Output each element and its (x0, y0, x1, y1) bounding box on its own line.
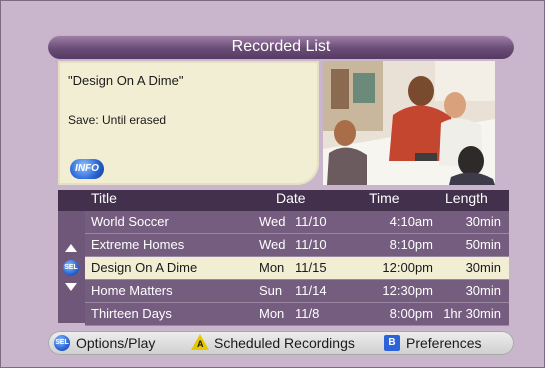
row-time: 12:00pm (382, 260, 433, 275)
a-button-letter: A (197, 339, 204, 349)
show-title: "Design On A Dime" (68, 73, 184, 88)
info-panel: "Design On A Dime" Save: Until erased IN… (58, 61, 319, 185)
row-date: 11/14 (295, 283, 327, 298)
row-date: 11/15 (295, 260, 327, 275)
row-title: Home Matters (91, 283, 173, 298)
row-date: 11/8 (295, 306, 320, 321)
preview-photo-icon (323, 61, 495, 185)
row-date: 11/10 (295, 214, 327, 229)
row-title: Extreme Homes (91, 237, 185, 252)
row-day: Wed (259, 237, 286, 252)
row-day: Mon (259, 306, 285, 321)
list-header: Title Date Time Length (58, 190, 509, 211)
row-title: Design On A Dime (91, 260, 198, 275)
row-length: 50min (465, 237, 501, 252)
row-length: 30min (465, 214, 501, 229)
table-row-selected[interactable]: Design On A Dime Mon 11/15 12:00pm 30min (85, 257, 509, 280)
table-row[interactable]: World Soccer Wed 11/10 4:10am 30min (85, 211, 509, 234)
row-time: 8:10pm (389, 237, 433, 252)
save-status: Save: Until erased (68, 113, 167, 127)
row-title: World Soccer (91, 214, 169, 229)
recorded-list-screen: Recorded List "Design On A Dime" Save: U… (0, 0, 545, 368)
table-row[interactable]: Thirteen Days Mon 11/8 8:00pm 1hr 30min (85, 303, 509, 326)
row-length: 30min (465, 283, 501, 298)
recordings-list: Title Date Time Length SEL World Soccer … (58, 190, 509, 326)
column-header-title: Title (91, 190, 117, 206)
options-play-label[interactable]: Options/Play (76, 335, 155, 351)
row-day: Wed (259, 214, 286, 229)
table-row[interactable]: Extreme Homes Wed 11/10 8:10pm 50min (85, 234, 509, 257)
table-row[interactable]: Home Matters Sun 11/14 12:30pm 30min (85, 280, 509, 303)
sel-button-icon[interactable]: SEL (54, 335, 70, 351)
scheduled-recordings-label[interactable]: Scheduled Recordings (214, 335, 355, 351)
row-title: Thirteen Days (91, 306, 172, 321)
column-header-date: Date (276, 190, 306, 206)
preview-image (323, 61, 495, 185)
list-rows: World Soccer Wed 11/10 4:10am 30min Extr… (85, 211, 509, 326)
row-length: 30min (465, 260, 501, 275)
row-day: Mon (259, 260, 285, 275)
b-button-icon[interactable]: B (384, 335, 400, 351)
column-header-time: Time (369, 190, 400, 206)
info-button[interactable]: INFO (70, 159, 104, 179)
row-date: 11/10 (295, 237, 327, 252)
a-button-icon[interactable]: A (191, 334, 209, 350)
footer-bar: SEL Options/Play A Scheduled Recordings … (48, 331, 514, 355)
column-header-length: Length (445, 190, 488, 206)
row-day: Sun (259, 283, 283, 298)
scroll-controls: SEL (58, 211, 85, 323)
page-title: Recorded List (48, 35, 514, 59)
row-time: 4:10am (389, 214, 433, 229)
row-time: 8:00pm (389, 306, 433, 321)
select-indicator-icon: SEL (63, 260, 79, 276)
scroll-down-icon[interactable] (65, 283, 77, 291)
row-time: 12:30pm (382, 283, 433, 298)
preferences-label[interactable]: Preferences (406, 335, 481, 351)
scroll-up-icon[interactable] (65, 244, 77, 252)
row-length: 1hr 30min (443, 306, 501, 321)
